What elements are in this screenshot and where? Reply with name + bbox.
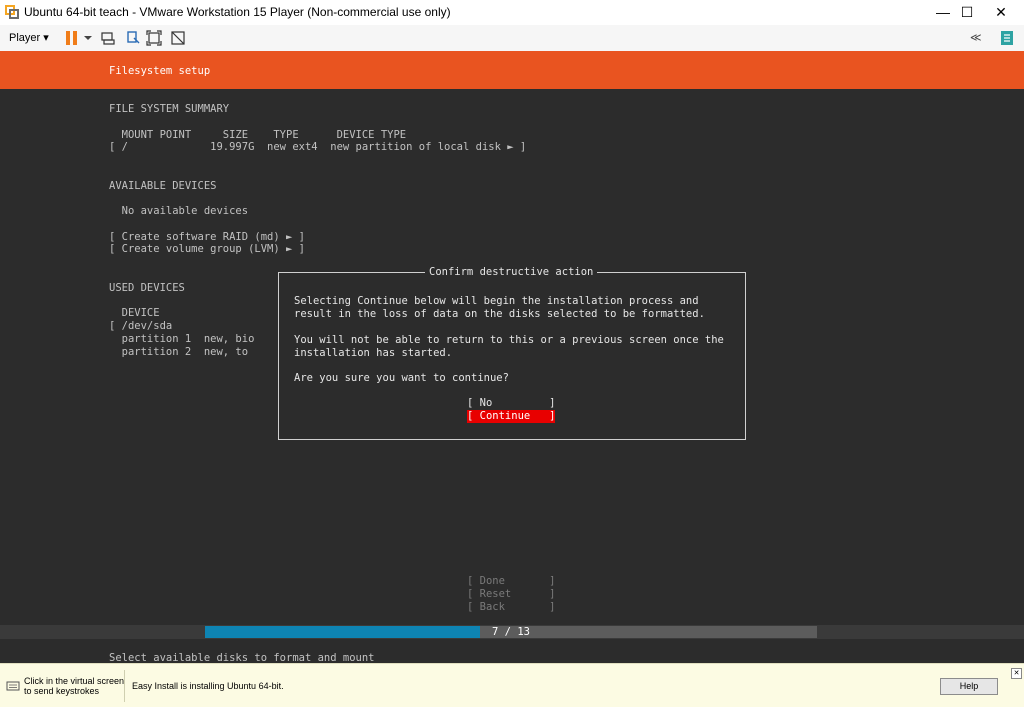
fs-summary-row[interactable]: [ / 19.997G new ext4 new partition of lo… [109,141,526,154]
create-lvm-button[interactable]: [ Create volume group (LVM) ► ] [109,243,305,256]
dialog-title: Confirm destructive action [425,266,598,279]
status-bar: Click in the virtual screen to send keys… [0,663,1024,707]
dialog-text-line-1: Selecting Continue below will begin the … [294,295,699,307]
pause-dropdown-icon[interactable] [79,29,97,47]
removable-devices-icon[interactable] [124,29,142,47]
used-devices-column: DEVICE [109,307,160,319]
confirm-dialog: Confirm destructive action Selecting Con… [278,266,746,440]
virtual-machine-screen[interactable]: Filesystem setup FILE SYSTEM SUMMARY MOU… [0,51,1024,663]
keyboard-hint-icon [6,681,20,691]
continue-button[interactable]: [ Continue ] [467,410,556,423]
progress-label: 7 / 13 [492,626,530,638]
no-button[interactable]: [ No ] [467,397,556,410]
no-available-devices: No available devices [109,205,249,217]
close-button[interactable]: ✕ [978,0,1024,25]
installer-header: Filesystem setup [0,51,1024,89]
back-button[interactable]: [ Back ] [467,601,556,614]
used-devices-heading: USED DEVICES [109,282,185,294]
reset-button[interactable]: [ Reset ] [467,588,556,601]
window-titlebar: Ubuntu 64-bit teach - VMware Workstation… [0,0,1024,25]
installer-title: Filesystem setup [109,65,211,77]
library-icon[interactable] [998,29,1016,47]
footer-hint: Select available disks to format and mou… [109,652,375,663]
install-status-message: Easy Install is installing Ubuntu 64-bit… [132,681,284,691]
help-button[interactable]: Help [940,678,998,695]
available-devices-heading: AVAILABLE DEVICES [109,180,217,192]
progress-bar: 7 / 13 [205,626,817,638]
dialog-text-line-2: result in the loss of data on the disks … [294,308,705,320]
fullscreen-icon[interactable] [145,29,163,47]
progress-strip: 7 / 13 [0,625,1024,639]
collapse-toolbar-icon[interactable]: ≪ [970,31,982,44]
fs-summary-heading: FILE SYSTEM SUMMARY [109,103,230,115]
player-menu[interactable]: Player ▾ [9,31,49,44]
dialog-text-line-3: You will not be able to return to this o… [294,334,724,346]
used-partition-2: partition 2 new, to [109,346,249,358]
used-device-sda[interactable]: [ /dev/sda [109,320,172,333]
done-button[interactable]: [ Done ] [467,575,556,588]
used-partition-1: partition 1 new, bio [109,333,255,345]
keystroke-hint-line-2: to send keystrokes [24,686,100,696]
send-keys-icon[interactable] [99,29,117,47]
unity-icon[interactable] [169,29,187,47]
status-divider [124,670,125,702]
dialog-question: Are you sure you want to continue? [294,372,509,384]
dismiss-status-icon[interactable]: ✕ [1011,668,1022,679]
vmware-app-icon [5,5,19,19]
dialog-text-line-4: installation has started. [294,347,453,359]
player-toolbar: Player ▾ ≪ [0,25,1024,52]
window-title: Ubuntu 64-bit teach - VMware Workstation… [24,5,451,19]
